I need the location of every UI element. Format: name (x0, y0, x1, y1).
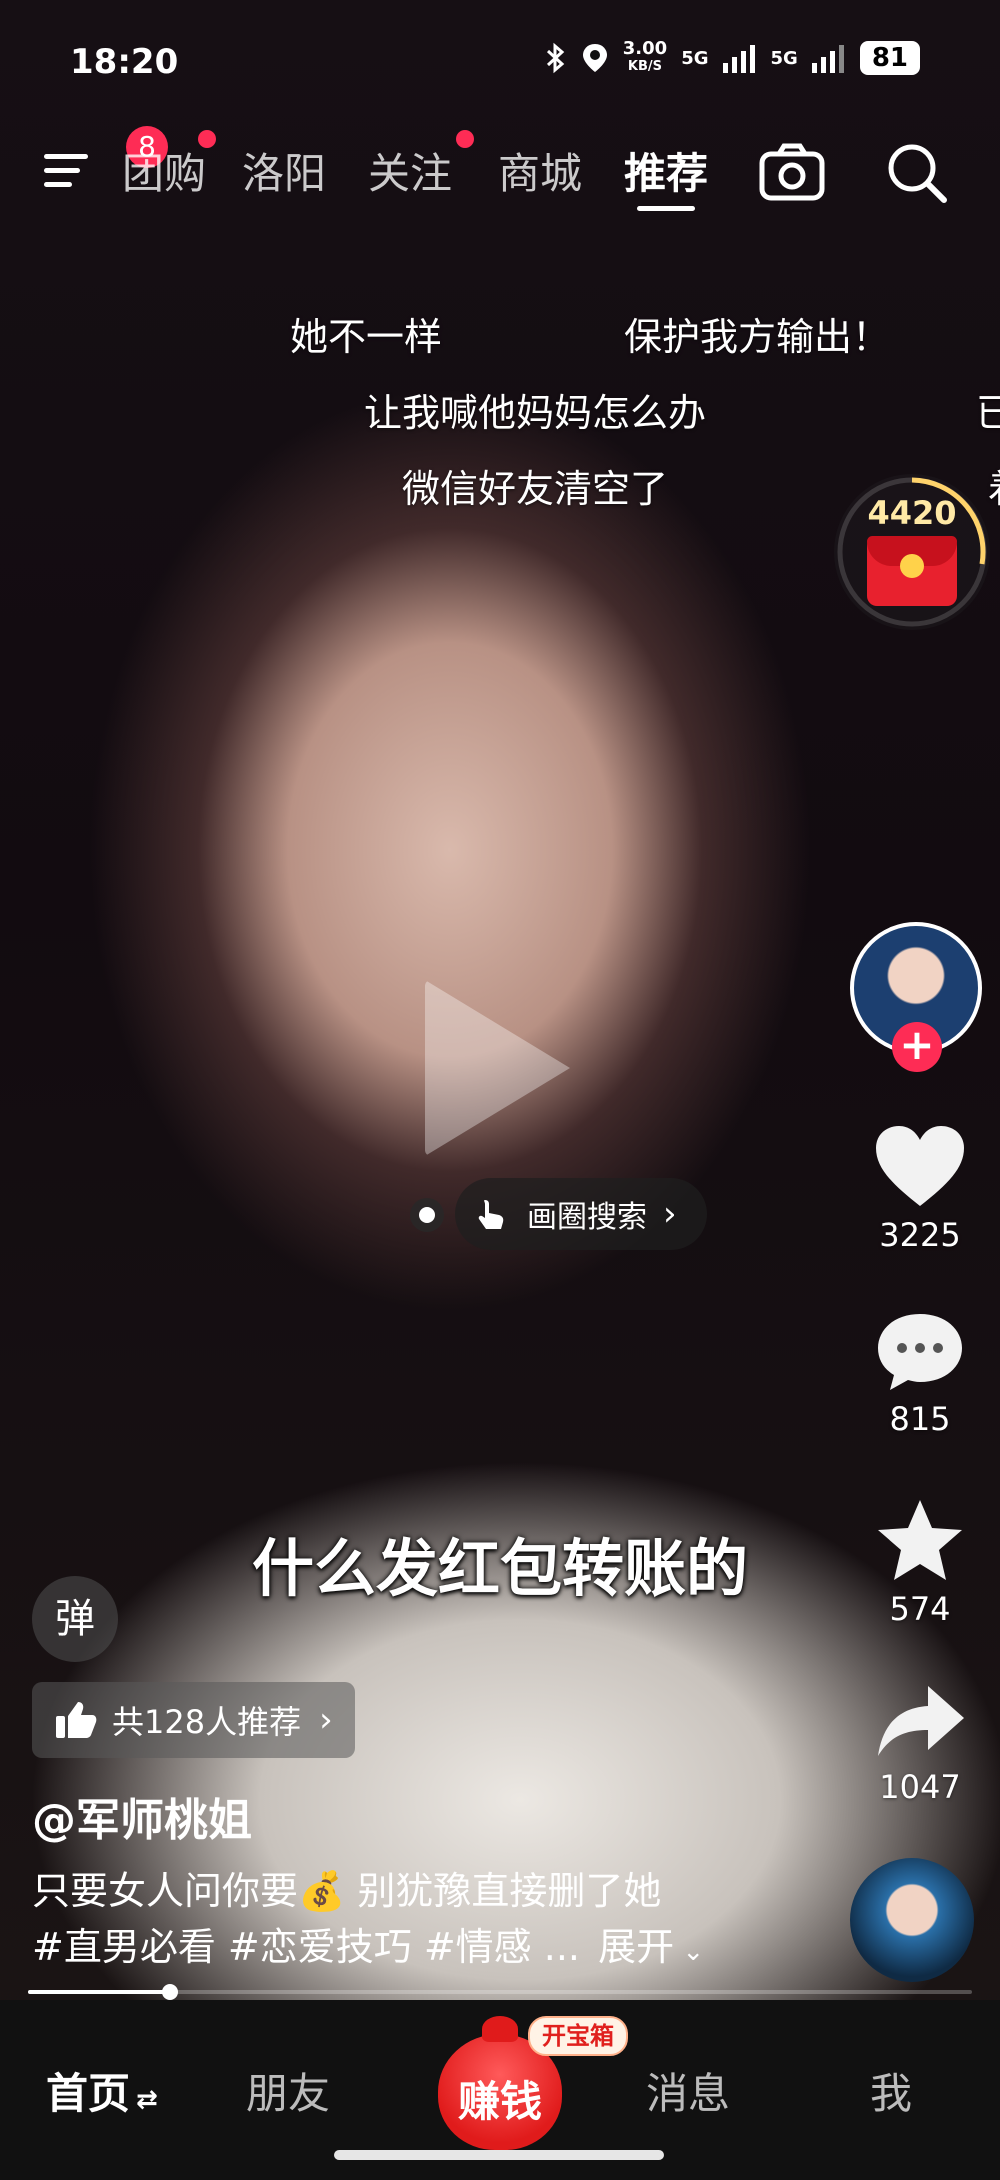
recommend-chip[interactable]: 共128人推荐 › (32, 1682, 355, 1758)
nav-home[interactable]: 首页 ⇄ (46, 2060, 158, 2121)
danmu-comment[interactable]: 保护我方输出！ (624, 306, 890, 361)
signal-bars-icon (811, 45, 844, 73)
nav-me[interactable]: 我 (870, 2060, 912, 2121)
hashtags[interactable]: #直男必看 #恋爱技巧 #情感 ... (32, 1925, 580, 1969)
video-progress-bar[interactable] (28, 1984, 972, 2000)
share-action[interactable]: 1047 (850, 1682, 990, 1806)
like-action[interactable]: 3225 (850, 1122, 990, 1254)
music-disc[interactable] (850, 1858, 974, 1982)
nav-messages[interactable]: 消息 (646, 2060, 730, 2121)
tab-group-buy[interactable]: 团购 (122, 140, 206, 201)
share-count: 1047 (879, 1768, 961, 1806)
progress-knob[interactable] (161, 1984, 178, 2000)
location-icon (582, 44, 607, 72)
share-icon (878, 1686, 964, 1756)
progress-fill (28, 1990, 170, 1994)
danmu-comment[interactable]: 让我喊他妈妈怎么办 (364, 382, 706, 437)
play-icon[interactable] (425, 980, 570, 1156)
circle-search-dot[interactable] (410, 1198, 444, 1232)
swap-icon: ⇄ (136, 2085, 158, 2115)
signal-label-2: 5G (770, 47, 798, 69)
tab-mall[interactable]: 商城 (498, 140, 582, 201)
chevron-right-icon: › (319, 1700, 333, 1740)
top-nav: 8 团购 洛阳 关注 商城 推荐 (0, 126, 1000, 230)
pointing-hand-icon (478, 1200, 504, 1229)
chevron-down-icon: ⌄ (674, 1937, 705, 1967)
circle-search-label: 画圈搜索 (527, 1200, 647, 1235)
home-indicator[interactable] (334, 2150, 664, 2160)
expand-button[interactable]: 展开 ⌄ (598, 1925, 704, 1969)
video-description: 只要女人问你要💰 别犹豫直接删了她 (32, 1869, 662, 1913)
danmu-comment[interactable]: 已 (976, 382, 1000, 437)
danmu-comment[interactable]: 微信好友清空了 (402, 458, 668, 513)
danmu-comment[interactable]: 她不一样 (290, 306, 442, 361)
signal-bars-icon (722, 45, 755, 73)
menu-icon-line (44, 168, 80, 173)
comment-action[interactable]: 815 (850, 1308, 990, 1438)
treasure-chest-tag[interactable]: 开宝箱 (528, 2016, 628, 2056)
active-tab-indicator (637, 206, 695, 211)
tab-following[interactable]: 关注 (368, 140, 452, 201)
earn-label: 赚钱 (457, 2077, 542, 2126)
circle-search-button[interactable]: 画圈搜索 › (455, 1178, 707, 1250)
danmu-toggle-button[interactable]: 弹 (32, 1576, 118, 1662)
menu-icon-line (44, 182, 72, 187)
thumbs-up-icon (56, 1702, 97, 1738)
camera-icon[interactable] (757, 138, 827, 208)
status-bar: 18:20 3.00 KB/S 5G 5G 81 (0, 0, 1000, 120)
comment-count: 815 (889, 1400, 951, 1438)
nav-friends[interactable]: 朋友 (246, 2060, 330, 2121)
signal-label-1: 5G (681, 47, 709, 69)
heart-icon (876, 1126, 964, 1206)
recommend-label: 共128人推荐 (112, 1703, 302, 1741)
menu-icon (44, 154, 88, 159)
comment-icon (878, 1314, 962, 1390)
tab-luoyang[interactable]: 洛阳 (242, 140, 326, 201)
tab-recommend[interactable]: 推荐 (624, 140, 708, 201)
like-count: 3225 (879, 1216, 961, 1254)
video-subtitle: 什么发红包转账的 (251, 1532, 748, 1605)
follow-plus-button[interactable]: + (892, 1022, 942, 1072)
nav-home-label: 首页 (46, 2069, 131, 2118)
bag-knot (482, 2016, 518, 2042)
author-name[interactable]: @军师桃姐 (32, 1784, 252, 1848)
tab-dot (456, 130, 474, 148)
video-tags[interactable]: #直男必看 #恋爱技巧 #情感 ... 展开 ⌄ (32, 1916, 704, 1971)
menu-button[interactable]: 8 (38, 126, 168, 200)
reward-count: 4420 (867, 494, 957, 532)
net-speed: 3.00 KB/S (622, 38, 668, 75)
bluetooth-icon (546, 42, 565, 74)
tab-dot (198, 130, 216, 148)
status-icons: 3.00 KB/S 5G 5G 81 (545, 40, 920, 76)
battery-indicator: 81 (859, 41, 920, 75)
status-time: 18:20 (70, 42, 179, 82)
chevron-right-icon: › (663, 1194, 677, 1234)
reward-widget[interactable]: 4420 (834, 474, 990, 630)
search-icon[interactable] (882, 138, 952, 208)
red-packet-icon (867, 536, 957, 606)
